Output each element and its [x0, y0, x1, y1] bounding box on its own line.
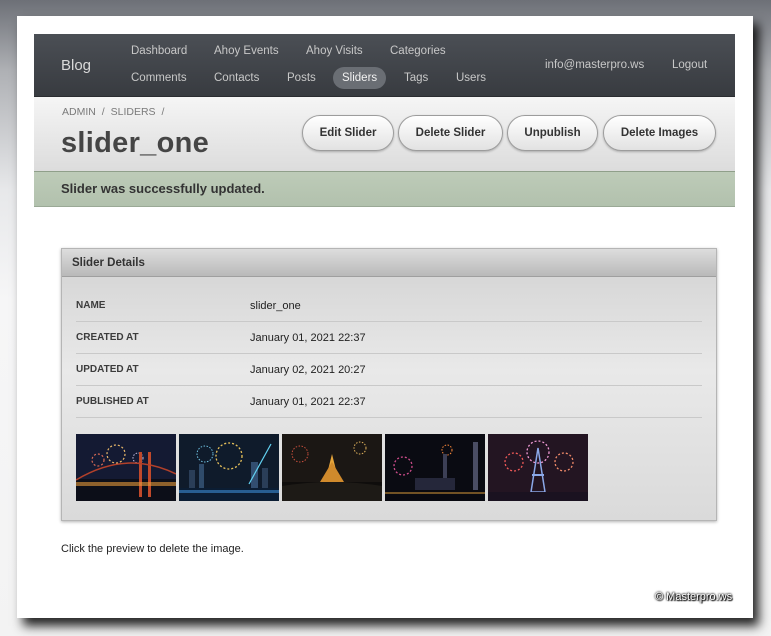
- image-preview-1[interactable]: [76, 434, 176, 501]
- nav-item-posts[interactable]: Posts: [287, 67, 316, 89]
- breadcrumb: ADMIN / SLIDERS /: [62, 106, 167, 118]
- brand-link[interactable]: Blog: [61, 57, 91, 74]
- nav-item-sliders[interactable]: Sliders: [333, 67, 387, 89]
- nav-item-comments[interactable]: Comments: [131, 67, 187, 89]
- nav-item-users[interactable]: Users: [456, 67, 486, 89]
- nav-item-contacts[interactable]: Contacts: [214, 67, 259, 89]
- detail-label: PUBLISHED AT: [76, 396, 149, 407]
- logout-link[interactable]: Logout: [672, 54, 707, 76]
- slider-details-panel: Slider Details NAME slider_one CREATED A…: [61, 248, 717, 521]
- detail-row-created-at: CREATED AT January 01, 2021 22:37: [76, 322, 702, 354]
- detail-label: UPDATED AT: [76, 364, 139, 375]
- detail-row-updated-at: UPDATED AT January 02, 2021 20:27: [76, 354, 702, 386]
- detail-value: slider_one: [250, 300, 301, 312]
- delete-slider-button[interactable]: Delete Slider: [398, 115, 503, 151]
- top-navbar: Blog Dashboard Ahoy Events Ahoy Visits C…: [34, 34, 735, 97]
- image-preview-5[interactable]: [488, 434, 588, 501]
- image-preview-3[interactable]: [282, 434, 382, 501]
- image-preview-4[interactable]: [385, 434, 485, 501]
- detail-row-name: NAME slider_one: [76, 290, 702, 322]
- watermark: © Masterpro.ws: [655, 591, 733, 603]
- flash-notice: Slider was successfully updated.: [34, 171, 735, 207]
- breadcrumb-separator: /: [161, 106, 165, 118]
- breadcrumb-admin[interactable]: ADMIN: [62, 106, 96, 118]
- preview-hint: Click the preview to delete the image.: [61, 543, 244, 555]
- nav-item-ahoy-events[interactable]: Ahoy Events: [214, 40, 279, 62]
- nav-item-tags[interactable]: Tags: [404, 67, 428, 89]
- panel-heading: Slider Details: [62, 249, 716, 277]
- unpublish-button[interactable]: Unpublish: [507, 115, 598, 151]
- detail-label: CREATED AT: [76, 332, 139, 343]
- detail-value: January 01, 2021 22:37: [250, 396, 366, 408]
- detail-value: January 01, 2021 22:37: [250, 332, 366, 344]
- page-title: slider_one: [61, 127, 210, 159]
- nav-item-categories[interactable]: Categories: [390, 40, 446, 62]
- detail-row-published-at: PUBLISHED AT January 01, 2021 22:37: [76, 386, 702, 418]
- page-header: ADMIN / SLIDERS / slider_one Edit Slider…: [34, 97, 735, 171]
- nav-item-dashboard[interactable]: Dashboard: [131, 40, 187, 62]
- user-email-link[interactable]: info@masterpro.ws: [545, 54, 644, 76]
- detail-value: January 02, 2021 20:27: [250, 364, 366, 376]
- delete-images-button[interactable]: Delete Images: [603, 115, 716, 151]
- image-preview-2[interactable]: [179, 434, 279, 501]
- breadcrumb-separator: /: [101, 106, 105, 118]
- detail-label: NAME: [76, 300, 106, 311]
- nav-item-ahoy-visits[interactable]: Ahoy Visits: [306, 40, 363, 62]
- edit-slider-button[interactable]: Edit Slider: [302, 115, 394, 151]
- breadcrumb-sliders[interactable]: SLIDERS: [111, 106, 156, 118]
